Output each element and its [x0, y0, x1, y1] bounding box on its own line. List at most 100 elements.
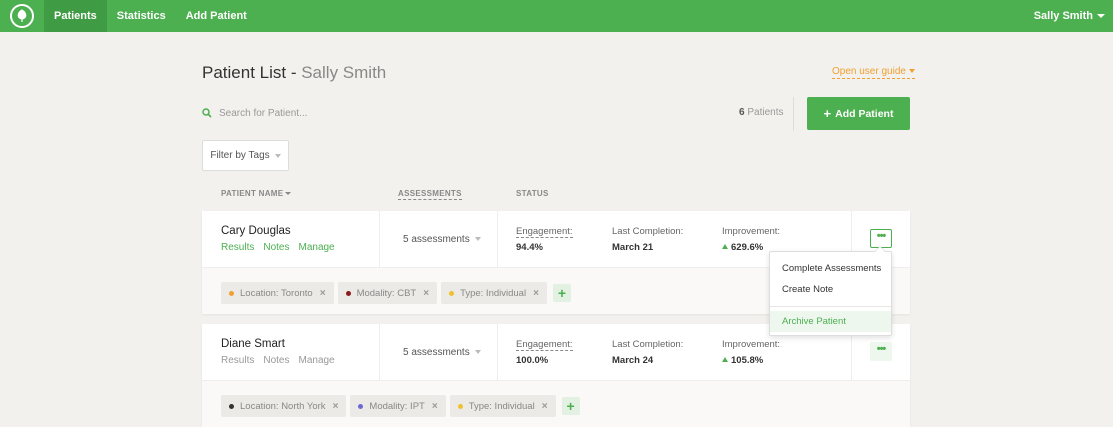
- engagement-label: Engagement:: [516, 339, 573, 351]
- improvement-label: Improvement:: [722, 226, 781, 237]
- more-options-button[interactable]: •••: [870, 342, 892, 361]
- column-header-assessments[interactable]: ASSESSMENTS: [398, 189, 462, 200]
- more-icon: •••: [876, 230, 887, 242]
- notes-link[interactable]: Notes: [263, 355, 289, 366]
- last-completion-value: March 21: [612, 242, 654, 253]
- improvement-label: Improvement:: [722, 339, 781, 350]
- tag: Location: Toronto ×: [221, 282, 334, 304]
- improvement-value: 629.6%: [731, 242, 764, 253]
- chevron-down-icon: [474, 237, 481, 242]
- menu-item-archive-patient[interactable]: Archive Patient: [770, 311, 891, 332]
- tag-label: Modality: CBT: [356, 287, 417, 299]
- top-nav-bar: Patients Statistics Add Patient Sally Sm…: [0, 0, 1113, 32]
- results-link[interactable]: Results: [221, 242, 254, 253]
- remove-tag-icon[interactable]: ×: [533, 288, 539, 299]
- search-bar: [202, 105, 502, 121]
- column-header-label: PATIENT NAME: [221, 189, 284, 198]
- tag-label: Location: North York: [240, 400, 326, 412]
- engagement-label: Engagement:: [516, 226, 573, 238]
- divider: [379, 211, 380, 268]
- chevron-down-icon: [908, 69, 915, 74]
- divider: [497, 211, 498, 268]
- tag: Location: North York ×: [221, 395, 347, 417]
- add-patient-button[interactable]: + Add Patient: [807, 97, 910, 130]
- patient-tags-row: Location: North York × Modality: IPT × Typ…: [202, 381, 910, 427]
- patient-links: Results Notes Manage: [221, 355, 335, 366]
- divider: [379, 324, 380, 381]
- manage-link[interactable]: Manage: [298, 242, 334, 253]
- patient-count-label: Patients: [747, 107, 784, 118]
- patient-links: Results Notes Manage: [221, 242, 335, 253]
- search-icon: [202, 108, 212, 118]
- manage-link[interactable]: Manage: [298, 355, 334, 366]
- last-completion-label: Last Completion:: [612, 339, 684, 350]
- remove-tag-icon[interactable]: ×: [542, 401, 548, 412]
- tag-list: Location: North York × Modality: IPT × Typ…: [221, 395, 580, 417]
- assessments-dropdown[interactable]: 5 assessments: [403, 347, 481, 358]
- search-input[interactable]: [219, 107, 479, 119]
- more-icon: •••: [876, 343, 887, 355]
- patient-actions-menu: Complete Assessments Create Note Archive…: [769, 246, 892, 336]
- tag: Modality: IPT ×: [350, 395, 446, 417]
- user-menu[interactable]: Sally Smith: [1034, 0, 1105, 32]
- assessments-dropdown[interactable]: 5 assessments: [403, 234, 481, 245]
- patient-name[interactable]: Diane Smart: [221, 338, 285, 350]
- chevron-down-icon: [1097, 14, 1105, 19]
- divider: [497, 324, 498, 381]
- tag-label: Type: Individual: [468, 400, 535, 412]
- tag-label: Location: Toronto: [240, 287, 313, 299]
- notes-link[interactable]: Notes: [263, 242, 289, 253]
- nav-add-patient[interactable]: Add Patient: [176, 0, 257, 32]
- tag-list: Location: Toronto × Modality: CBT × Type: …: [221, 282, 571, 304]
- nav-statistics[interactable]: Statistics: [107, 0, 176, 32]
- menu-item-complete-assessments[interactable]: Complete Assessments: [770, 258, 891, 279]
- improvement-metric: Improvement: 105.8%: [722, 339, 780, 366]
- last-completion-metric: Last Completion: March 21: [612, 226, 683, 253]
- tag-color-dot: [229, 290, 234, 296]
- column-header-patient-name[interactable]: PATIENT NAME: [221, 189, 292, 198]
- remove-tag-icon[interactable]: ×: [432, 401, 438, 412]
- menu-item-create-note[interactable]: Create Note: [770, 279, 891, 300]
- nav-patients[interactable]: Patients: [44, 0, 107, 32]
- tag-color-dot: [358, 403, 364, 409]
- menu-divider: [770, 306, 891, 307]
- app-logo[interactable]: [0, 0, 44, 32]
- add-tag-button[interactable]: +: [552, 284, 571, 302]
- tag-color-dot: [449, 290, 455, 296]
- patient-card: Diane Smart Results Notes Manage 5 asses…: [202, 324, 910, 427]
- tag-color-dot: [457, 403, 463, 409]
- tag: Modality: CBT ×: [337, 282, 438, 304]
- improvement-metric: Improvement: 629.6%: [722, 226, 780, 253]
- user-guide-label: Open user guide: [832, 66, 906, 77]
- tag: Type: Individual ×: [441, 282, 547, 304]
- remove-tag-icon[interactable]: ×: [333, 401, 339, 412]
- tag-color-dot: [345, 290, 351, 296]
- remove-tag-icon[interactable]: ×: [423, 288, 429, 299]
- tag: Type: Individual ×: [449, 395, 556, 417]
- chevron-down-icon: [474, 350, 481, 355]
- patient-name[interactable]: Cary Douglas: [221, 225, 291, 237]
- user-name: Sally Smith: [1033, 10, 1093, 22]
- tag-label: Modality: IPT: [369, 400, 425, 412]
- filter-by-tags-dropdown[interactable]: Filter by Tags: [202, 140, 289, 171]
- add-patient-label: Add Patient: [835, 107, 894, 120]
- add-tag-button[interactable]: +: [561, 397, 580, 415]
- results-link[interactable]: Results: [221, 355, 254, 366]
- last-completion-metric: Last Completion: March 24: [612, 339, 683, 366]
- patient-count: 6 Patients: [739, 107, 783, 118]
- assessments-count: 5 assessments: [403, 347, 470, 358]
- tag-color-dot: [229, 403, 234, 409]
- sort-down-icon: [285, 192, 292, 196]
- user-guide-link[interactable]: Open user guide: [832, 66, 915, 79]
- patient-count-number: 6: [739, 107, 745, 118]
- improvement-value-wrap: 105.8%: [722, 355, 780, 366]
- assessments-count: 5 assessments: [403, 234, 470, 245]
- plus-icon: +: [823, 106, 832, 121]
- remove-tag-icon[interactable]: ×: [320, 288, 326, 299]
- improvement-value: 105.8%: [731, 355, 764, 366]
- page-title: Patient List - Sally Smith: [202, 63, 386, 83]
- filter-label: Filter by Tags: [210, 150, 270, 161]
- arrow-up-icon: [722, 356, 728, 362]
- leaf-icon: [10, 4, 34, 28]
- chevron-down-icon: [274, 153, 281, 158]
